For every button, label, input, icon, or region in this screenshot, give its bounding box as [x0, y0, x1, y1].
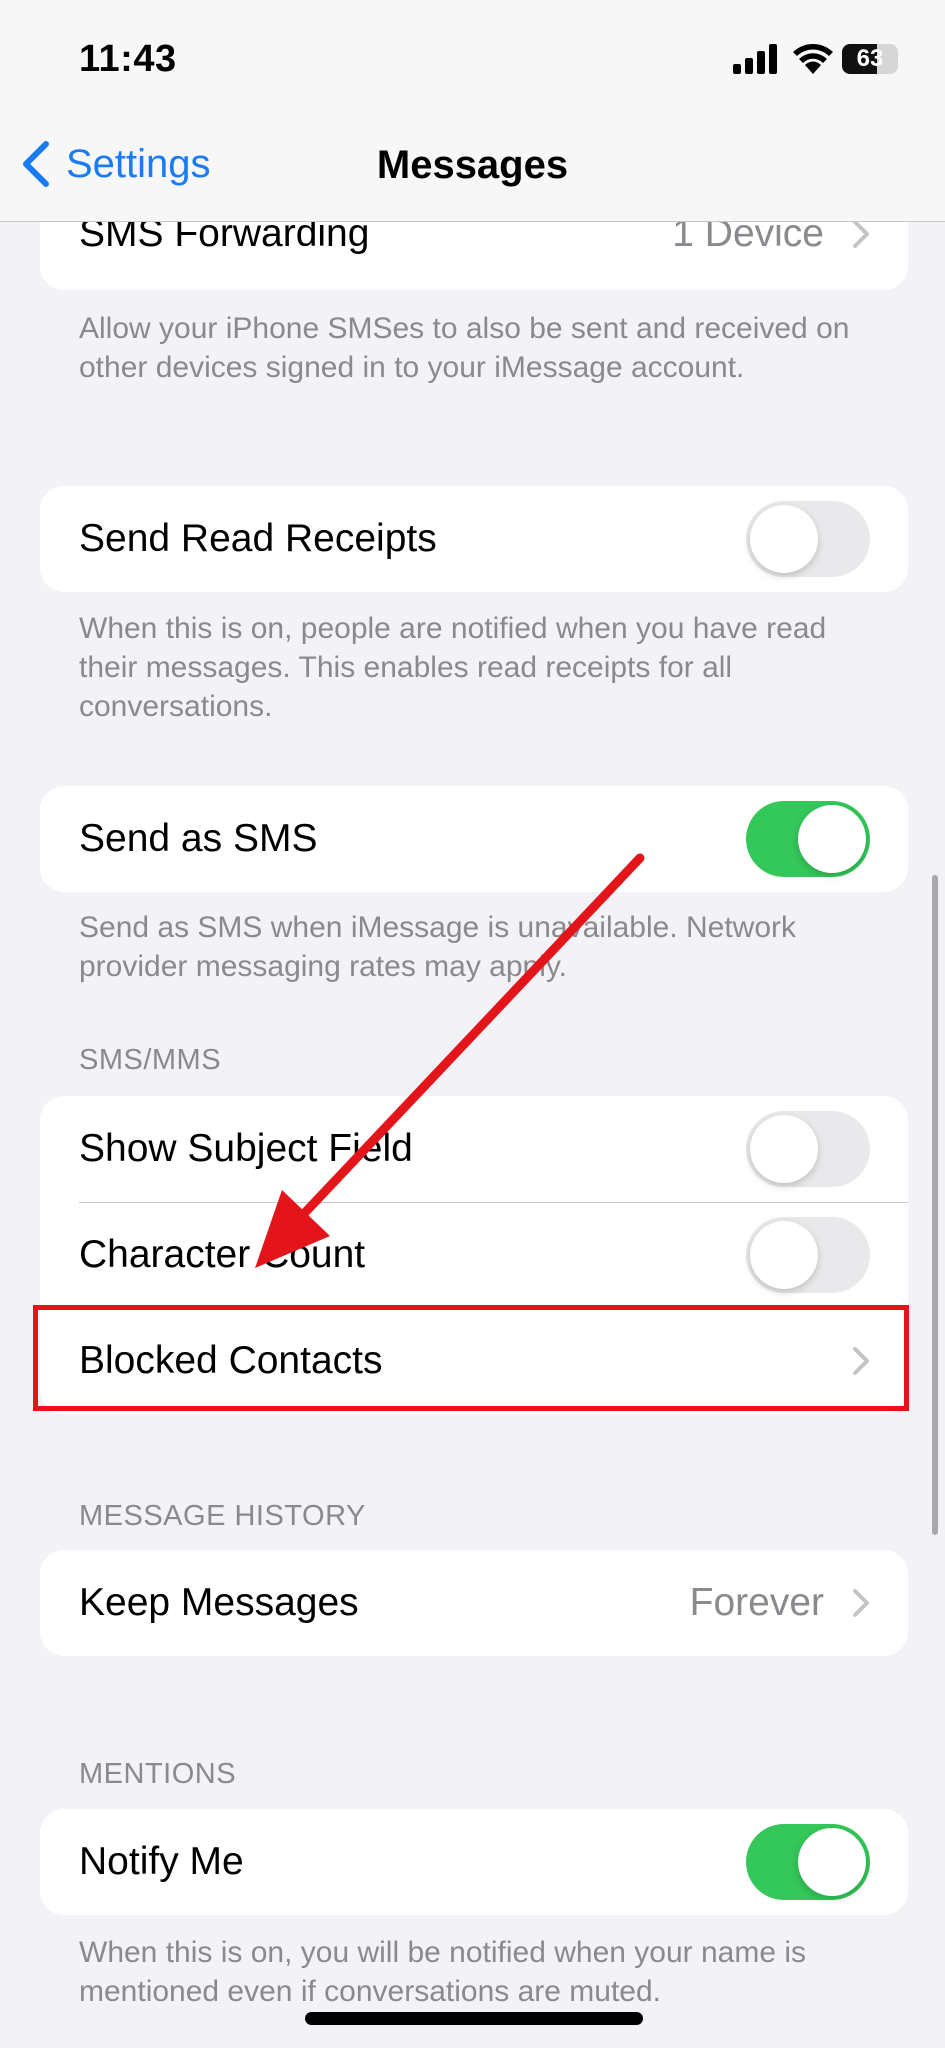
- notify-me-row: Notify Me: [40, 1809, 908, 1915]
- character-count-label: Character Count: [79, 1233, 366, 1276]
- character-count-row: Character Count: [40, 1202, 908, 1308]
- send-as-sms-group: Send as SMS: [40, 786, 908, 892]
- message-history-group: Keep Messages Forever: [40, 1550, 908, 1656]
- mentions-header: MENTIONS: [79, 1758, 237, 1790]
- signal-icon: [733, 44, 777, 74]
- send-as-sms-toggle[interactable]: [746, 801, 870, 877]
- read-receipts-row: Send Read Receipts: [40, 486, 908, 592]
- send-as-sms-footer: Send as SMS when iMessage is unavailable…: [79, 911, 797, 983]
- notify-me-label: Notify Me: [79, 1840, 244, 1883]
- read-receipts-group: Send Read Receipts: [40, 486, 908, 592]
- notify-me-toggle[interactable]: [746, 1824, 870, 1900]
- mentions-footer: When this is on, you will be notified wh…: [79, 1936, 807, 2008]
- keep-messages-label: Keep Messages: [79, 1581, 359, 1624]
- show-subject-toggle[interactable]: [746, 1111, 870, 1187]
- message-history-header: MESSAGE HISTORY: [79, 1500, 366, 1532]
- sms-forwarding-footer: Allow your iPhone SMSes to also be sent …: [79, 312, 850, 384]
- keep-messages-value: Forever: [689, 1581, 824, 1624]
- status-time: 11:43: [79, 38, 177, 80]
- blocked-contacts-row[interactable]: Blocked Contacts: [40, 1308, 908, 1414]
- chevron-right-icon: [853, 1589, 869, 1617]
- show-subject-row: Show Subject Field: [40, 1096, 908, 1202]
- show-subject-label: Show Subject Field: [79, 1127, 413, 1170]
- read-receipts-label: Send Read Receipts: [79, 517, 437, 560]
- chevron-right-icon: [853, 220, 869, 248]
- battery-icon: 63: [842, 44, 898, 74]
- scrollbar[interactable]: [932, 875, 938, 1535]
- read-receipts-footer: When this is on, people are notified whe…: [79, 612, 827, 723]
- page-title: Messages: [376, 143, 569, 187]
- read-receipts-toggle[interactable]: [746, 501, 870, 577]
- sms-mms-header: SMS/MMS: [79, 1044, 222, 1076]
- home-indicator: [305, 2012, 643, 2025]
- blocked-contacts-label: Blocked Contacts: [79, 1339, 383, 1382]
- annotation-arrow-icon: [255, 853, 645, 1268]
- mentions-group: Notify Me: [40, 1809, 908, 1915]
- send-as-sms-row: Send as SMS: [40, 786, 908, 892]
- wifi-icon: [793, 44, 833, 74]
- send-as-sms-label: Send as SMS: [79, 817, 318, 860]
- character-count-toggle[interactable]: [746, 1217, 870, 1293]
- sms-mms-group: Show Subject Field Character Count Block…: [40, 1096, 908, 1414]
- chevron-right-icon: [853, 1347, 869, 1375]
- battery-percent: 63: [856, 45, 884, 72]
- keep-messages-row[interactable]: Keep Messages Forever: [40, 1550, 908, 1656]
- navigation-bar: 11:43 63 Settings Messages: [0, 0, 945, 222]
